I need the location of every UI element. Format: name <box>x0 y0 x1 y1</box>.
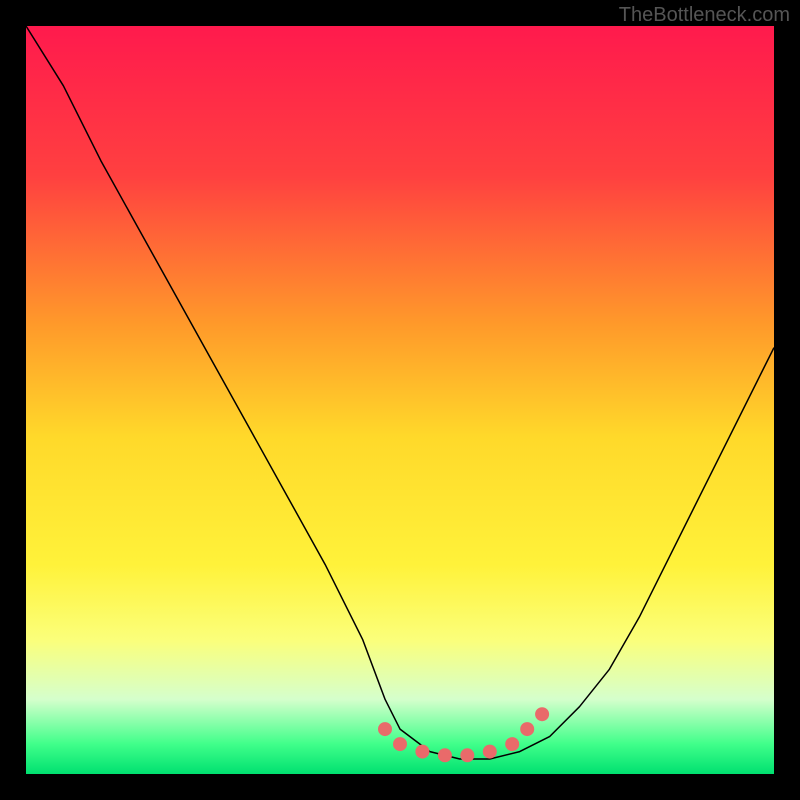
watermark-text: TheBottleneck.com <box>619 4 790 27</box>
highlight-points <box>378 707 549 762</box>
highlight-point <box>460 748 474 762</box>
highlight-point <box>505 737 519 751</box>
bottleneck-curve <box>26 26 774 759</box>
highlight-point <box>535 707 549 721</box>
highlight-point <box>393 737 407 751</box>
highlight-point <box>483 745 497 759</box>
chart-overlay <box>26 26 774 774</box>
chart-plot-area <box>26 26 774 774</box>
highlight-point <box>415 745 429 759</box>
highlight-point <box>438 748 452 762</box>
highlight-point <box>378 722 392 736</box>
highlight-point <box>520 722 534 736</box>
